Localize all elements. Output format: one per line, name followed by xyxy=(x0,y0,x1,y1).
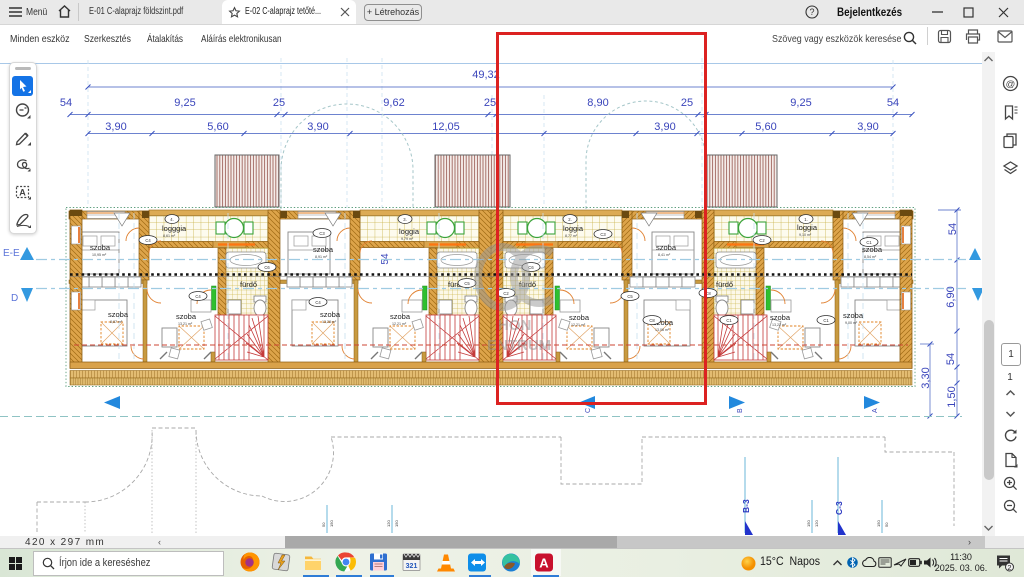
svg-text:9,25: 9,25 xyxy=(174,97,195,109)
svg-text:szoba: szoba xyxy=(770,313,791,322)
svg-text:12,21 m²: 12,21 m² xyxy=(392,322,407,326)
svg-text:E-E: E-E xyxy=(3,248,20,259)
svg-text:8,87 m²: 8,87 m² xyxy=(110,320,123,324)
svg-text:9,00 m²: 9,00 m² xyxy=(845,321,858,325)
svg-text:3,90: 3,90 xyxy=(307,121,328,133)
svg-text:A: A xyxy=(872,408,879,413)
svg-text:loggia: loggia xyxy=(399,227,420,236)
svg-text:120: 120 xyxy=(814,520,819,527)
svg-text:C4: C4 xyxy=(145,238,151,243)
svg-text:8,91 m²: 8,91 m² xyxy=(315,255,328,259)
svg-text:3,90: 3,90 xyxy=(857,121,878,133)
svg-text:150: 150 xyxy=(394,520,399,527)
svg-text:54: 54 xyxy=(887,97,899,109)
svg-text:1.: 1. xyxy=(804,217,808,222)
svg-text:3,30: 3,30 xyxy=(920,367,932,388)
svg-text:5,60: 5,60 xyxy=(207,121,228,133)
svg-text:9,10 m²: 9,10 m² xyxy=(799,233,812,237)
svg-text:fürdő: fürdő xyxy=(240,280,257,289)
svg-text:25: 25 xyxy=(273,97,285,109)
svg-text:54: 54 xyxy=(60,97,72,109)
svg-text:D: D xyxy=(11,293,18,304)
svg-text:C1: C1 xyxy=(866,240,872,245)
svg-text:321: 321 xyxy=(406,563,418,570)
svg-text:C5: C5 xyxy=(464,281,470,286)
svg-text:2: 2 xyxy=(1007,563,1011,572)
svg-text:1,50: 1,50 xyxy=(946,386,958,407)
svg-text:54: 54 xyxy=(380,253,391,265)
svg-text:150: 150 xyxy=(329,520,334,527)
svg-text:8,54 m²: 8,54 m² xyxy=(864,255,877,259)
svg-text:13,28 m²: 13,28 m² xyxy=(322,320,337,324)
svg-text:9,79 m²: 9,79 m² xyxy=(401,237,414,241)
svg-text:C2: C2 xyxy=(759,238,765,243)
svg-text:szoba: szoba xyxy=(108,310,129,319)
svg-text:fürdő: fürdő xyxy=(716,280,733,289)
svg-text:120: 120 xyxy=(386,520,391,527)
svg-text:13,22 m²: 13,22 m² xyxy=(772,323,787,327)
svg-text:C6: C6 xyxy=(264,265,270,270)
svg-text:B-3: B-3 xyxy=(741,499,751,513)
svg-text:9,62: 9,62 xyxy=(383,97,404,109)
svg-text:13,21 m²: 13,21 m² xyxy=(178,322,193,326)
svg-text:?: ? xyxy=(809,7,814,17)
svg-text:C3: C3 xyxy=(319,231,325,236)
svg-text:150: 150 xyxy=(806,520,811,527)
svg-text:10,95 m²: 10,95 m² xyxy=(92,253,107,257)
svg-text:8,61 m²: 8,61 m² xyxy=(163,234,176,238)
svg-text:szoba: szoba xyxy=(313,245,334,254)
svg-text:C1: C1 xyxy=(823,318,829,323)
svg-text:54: 54 xyxy=(945,353,957,365)
svg-text:szoba: szoba xyxy=(320,310,341,319)
svg-text:25: 25 xyxy=(484,97,496,109)
svg-text:C: C xyxy=(585,408,592,413)
svg-text:szoba: szoba xyxy=(843,311,864,320)
svg-text:C4: C4 xyxy=(315,300,321,305)
svg-text:C4: C4 xyxy=(195,294,201,299)
svg-text:3,90: 3,90 xyxy=(105,121,126,133)
svg-text:50: 50 xyxy=(884,522,889,527)
svg-text:C1: C1 xyxy=(726,318,732,323)
svg-text:B: B xyxy=(737,408,744,413)
svg-text:szoba: szoba xyxy=(176,312,197,321)
svg-text:loggia: loggia xyxy=(797,223,818,232)
svg-text:54: 54 xyxy=(947,223,959,235)
svg-text:12,05: 12,05 xyxy=(432,121,460,133)
svg-text:150: 150 xyxy=(876,520,881,527)
svg-text:4.: 4. xyxy=(170,217,174,222)
svg-text:A: A xyxy=(539,556,549,571)
svg-text:@: @ xyxy=(1006,79,1016,90)
svg-text:3.: 3. xyxy=(403,217,407,222)
svg-text:szoba: szoba xyxy=(390,312,411,321)
svg-text:50: 50 xyxy=(321,522,326,527)
svg-text:5,60: 5,60 xyxy=(755,121,776,133)
svg-text:9,25: 9,25 xyxy=(790,97,811,109)
svg-text:A: A xyxy=(19,188,26,198)
svg-text:szoba: szoba xyxy=(90,243,111,252)
svg-text:6,90: 6,90 xyxy=(945,286,957,307)
svg-text:logggia: logggia xyxy=(162,224,187,233)
svg-text:C-3: C-3 xyxy=(834,501,844,515)
